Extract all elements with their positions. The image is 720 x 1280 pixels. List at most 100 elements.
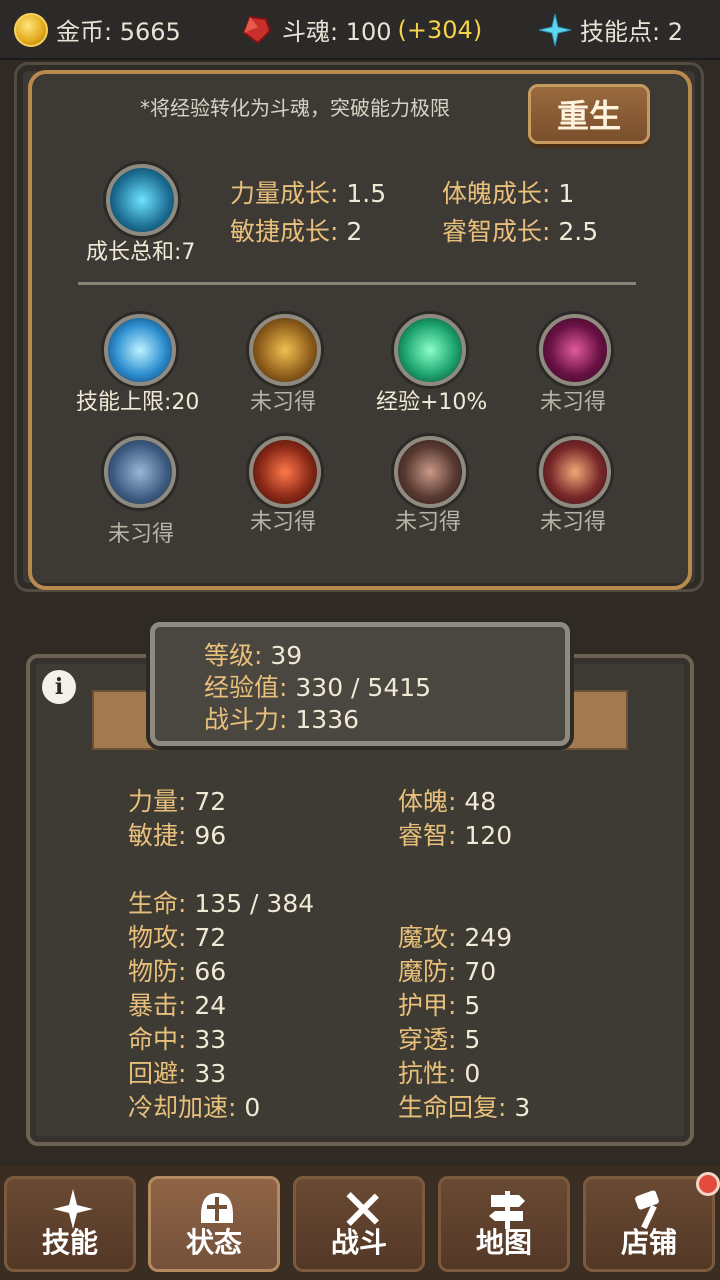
soul-counter: 斗魂: 100 (+304) — [240, 12, 482, 47]
hp-row: 生命: 135 / 384 — [128, 884, 314, 920]
stat-key: 命中: — [128, 1025, 187, 1054]
stat-value: 24 — [194, 991, 227, 1020]
stat-row: 抗性: 0 — [398, 1054, 480, 1090]
stat-row: 穿透: 5 — [398, 1020, 480, 1056]
stat-value: 72 — [194, 923, 227, 952]
skill-label: 未习得 — [395, 510, 462, 535]
level-key: 等级: — [204, 641, 263, 670]
stat-row: 护甲: 5 — [398, 986, 480, 1022]
stat-value: 120 — [464, 821, 513, 850]
stat-value: 5 — [464, 1025, 481, 1054]
stat-key: 力量: — [128, 787, 187, 816]
growth-value: 2 — [346, 217, 363, 246]
power-row: 战斗力: 1336 — [204, 700, 359, 736]
eye-vortex-icon[interactable] — [539, 314, 611, 386]
stat-value: 72 — [194, 787, 227, 816]
hand-glow-icon[interactable] — [249, 314, 321, 386]
shield-orb-icon[interactable] — [104, 314, 176, 386]
rebirth-hint: *将经验转化为斗魂，突破能力极限 — [140, 96, 450, 120]
skill-label: 未习得 — [250, 390, 317, 415]
skill-label: 技能上限:20 — [76, 390, 200, 415]
skill-label: 未习得 — [540, 510, 607, 535]
stat-row: 生命回复: 3 — [398, 1088, 530, 1124]
stat-key: 魔攻: — [398, 923, 457, 952]
stat-value: 0 — [464, 1059, 481, 1088]
stat-key: 冷却加速: — [128, 1093, 237, 1122]
skill-label: 未习得 — [108, 522, 175, 547]
info-icon[interactable]: i — [42, 670, 76, 704]
nav-label: 店铺 — [620, 1226, 677, 1259]
stat-key: 护甲: — [398, 991, 457, 1020]
growth-bird-icon[interactable] — [106, 164, 178, 236]
stat-value: 249 — [464, 923, 513, 952]
soul-label: 斗魂: 100 — [282, 18, 392, 46]
wind-slash-icon[interactable] — [394, 314, 466, 386]
stat-row: 冷却加速: 0 — [128, 1088, 260, 1124]
gold-label: 金币: 5665 — [56, 18, 181, 46]
growth-wisdom: 睿智成长: 2.5 — [442, 212, 598, 248]
skillpoint-counter: 技能点: 2 — [538, 12, 683, 47]
exp-row: 经验值: 330 / 5415 — [204, 668, 431, 704]
growth-agility: 敏捷成长: 2 — [230, 212, 362, 248]
nav-map-button[interactable]: 地图 — [438, 1176, 570, 1272]
stat-value: 0 — [244, 1093, 261, 1122]
resource-bar: 金币: 5665 斗魂: 100 (+304) 技能点: 2 — [0, 0, 720, 60]
rebirth-button[interactable]: 重生 — [528, 84, 650, 144]
stat-key: 抗性: — [398, 1059, 457, 1088]
growth-strength: 力量成长: 1.5 — [230, 174, 386, 210]
skillpoint-label: 技能点: 2 — [580, 18, 683, 46]
stat-key: 物攻: — [128, 923, 187, 952]
nav-label: 状态 — [185, 1226, 242, 1259]
stat-key: 睿智: — [398, 821, 457, 850]
gold-coin-icon — [14, 12, 48, 47]
stat-row: 魔攻: 249 — [398, 918, 512, 954]
stat-value: 33 — [194, 1025, 227, 1054]
fire-warrior-icon[interactable] — [249, 436, 321, 508]
stat-row: 暴击: 24 — [128, 986, 226, 1022]
stat-value: 70 — [464, 957, 497, 986]
stat-row: 物防: 66 — [128, 952, 226, 988]
growth-key: 睿智成长: — [442, 217, 551, 246]
stat-row: 体魄: 48 — [398, 782, 496, 818]
panel-divider — [78, 282, 636, 285]
blue-star-icon — [538, 13, 572, 47]
nav-skills-button[interactable]: 技能 — [4, 1176, 136, 1272]
gold-counter: 金币: 5665 — [14, 12, 181, 47]
growth-value: 2.5 — [558, 217, 599, 246]
nav-shop-button[interactable]: 店铺 — [583, 1176, 715, 1272]
horse-icon[interactable] — [394, 436, 466, 508]
growth-key: 体魄成长: — [442, 179, 551, 208]
stat-row: 力量: 72 — [128, 782, 226, 818]
skill-label: 经验+10% — [376, 390, 488, 415]
stat-key: 生命: — [128, 889, 187, 918]
stat-key: 物防: — [128, 957, 187, 986]
stat-key: 魔防: — [398, 957, 457, 986]
stat-key: 回避: — [128, 1059, 187, 1088]
soul-bonus: (+304) — [397, 15, 483, 44]
power-key: 战斗力: — [204, 705, 288, 734]
stat-key: 暴击: — [128, 991, 187, 1020]
skill-label: 未习得 — [250, 510, 317, 535]
stat-key: 穿透: — [398, 1025, 457, 1054]
stat-key: 生命回复: — [398, 1093, 507, 1122]
growth-value: 1.5 — [346, 179, 387, 208]
nav-label: 战斗 — [330, 1226, 387, 1259]
nav-status-button[interactable]: 状态 — [148, 1176, 280, 1272]
growth-physique: 体魄成长: 1 — [442, 174, 574, 210]
level-row: 等级: 39 — [204, 636, 302, 672]
stat-row: 睿智: 120 — [398, 816, 512, 852]
nav-battle-button[interactable]: 战斗 — [293, 1176, 425, 1272]
firework-icon[interactable] — [539, 436, 611, 508]
stat-value: 135 / 384 — [194, 889, 315, 918]
wind-sword-icon[interactable] — [104, 436, 176, 508]
level-value: 39 — [270, 641, 303, 670]
stat-row: 魔防: 70 — [398, 952, 496, 988]
growth-key: 力量成长: — [230, 179, 339, 208]
stat-key: 敏捷: — [128, 821, 187, 850]
stat-value: 48 — [464, 787, 497, 816]
growth-total-label: 成长总和:7 — [86, 240, 196, 265]
exp-value: 330 / 5415 — [295, 673, 432, 702]
stat-value: 33 — [194, 1059, 227, 1088]
growth-value: 1 — [558, 179, 575, 208]
stat-value: 66 — [194, 957, 227, 986]
